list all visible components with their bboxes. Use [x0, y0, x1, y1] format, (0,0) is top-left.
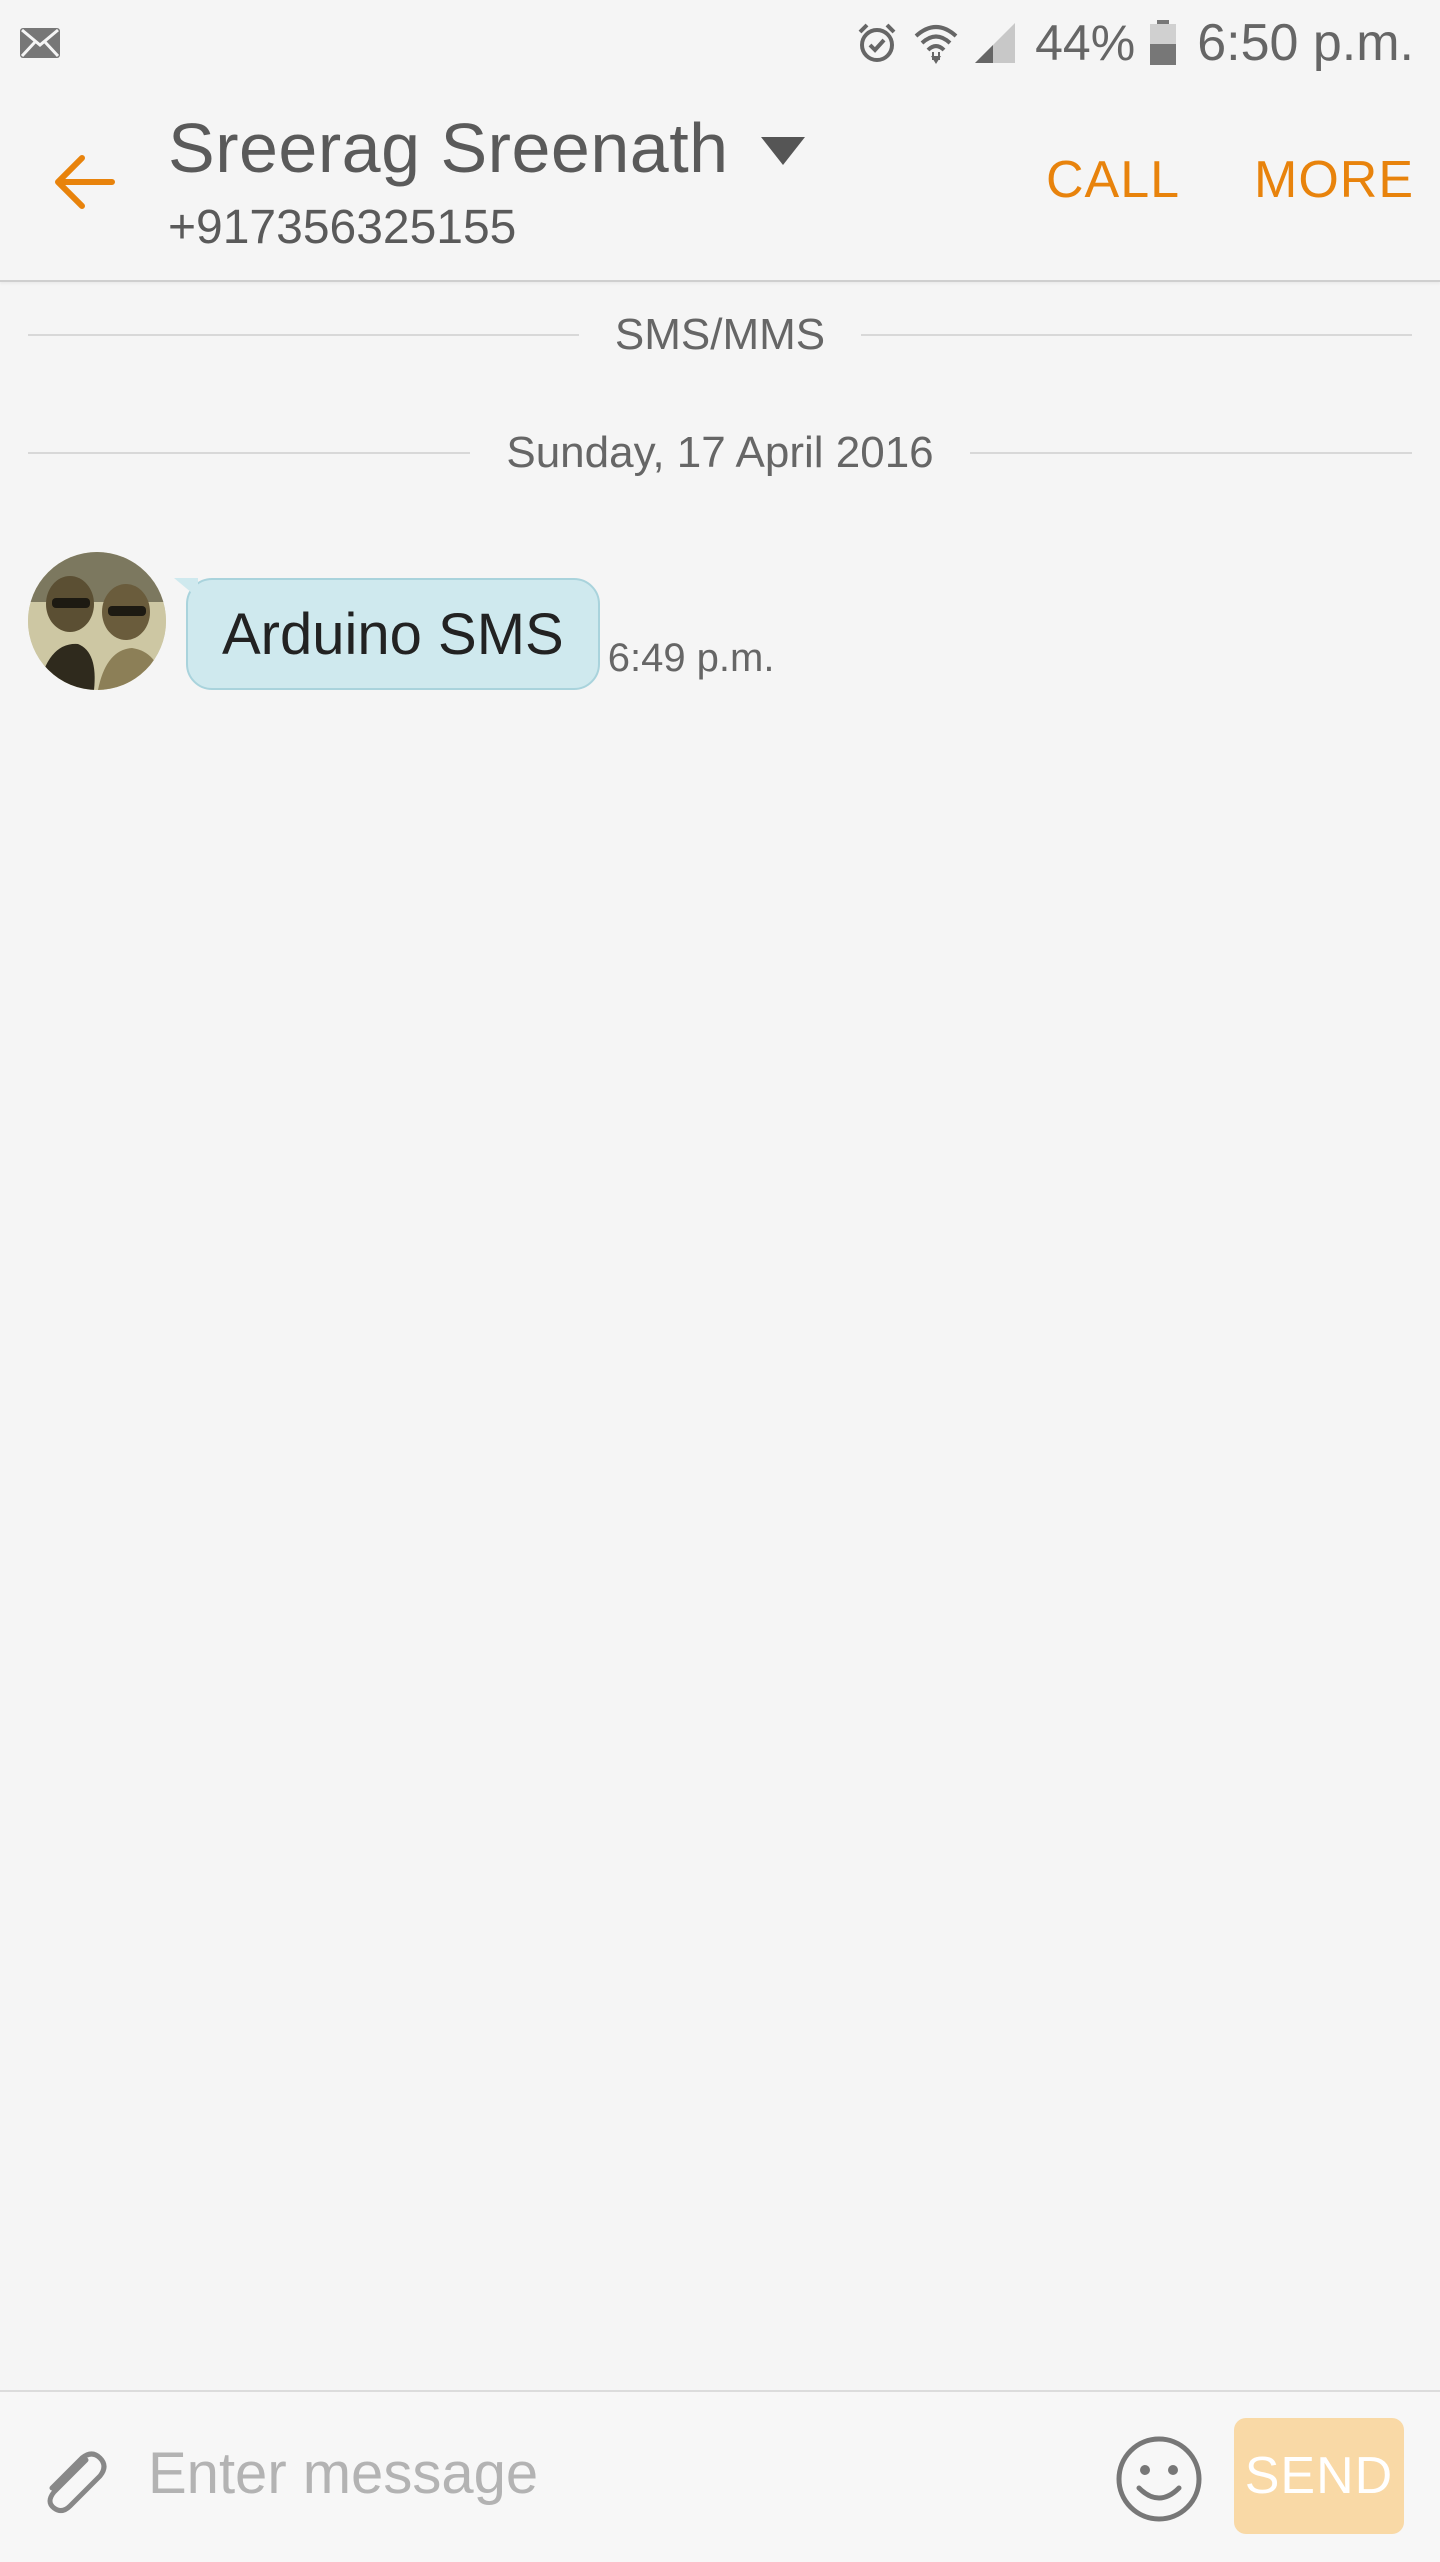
divider-line	[28, 452, 471, 454]
divider-line	[861, 334, 1413, 336]
contact-phone-number: +917356325155	[168, 201, 517, 254]
back-arrow-icon	[55, 155, 115, 209]
send-button[interactable]: SEND	[1234, 2418, 1404, 2534]
contact-avatar[interactable]	[28, 552, 166, 690]
back-button[interactable]	[40, 138, 128, 226]
message-text: Arduino SMS	[222, 601, 564, 667]
paperclip-icon	[47, 2451, 107, 2514]
contact-name: Sreerag Sreenath	[168, 109, 729, 187]
attach-button[interactable]	[36, 2442, 112, 2523]
message-item: Arduino SMS 6:49 p.m.	[28, 552, 774, 690]
battery-icon	[1149, 20, 1177, 66]
call-button[interactable]: CALL	[1046, 150, 1180, 210]
message-input[interactable]	[146, 2424, 1070, 2522]
more-button[interactable]: MORE	[1254, 150, 1414, 210]
contact-selector[interactable]: Sreerag Sreenath	[168, 108, 805, 188]
status-clock: 6:50 p.m.	[1197, 14, 1414, 72]
message-type-label: SMS/MMS	[614, 310, 826, 359]
message-bubble-wrap: Arduino SMS	[174, 578, 600, 690]
divider-line	[28, 334, 579, 336]
bubble-tail	[174, 578, 198, 598]
divider-line	[969, 452, 1412, 454]
date-label: Sunday, 17 April 2016	[506, 428, 934, 477]
message-bubble[interactable]: Arduino SMS	[186, 578, 600, 690]
message-composer: SEND	[0, 2390, 1440, 2562]
status-bar: 44% 6:50 p.m.	[0, 0, 1440, 86]
message-timestamp: 6:49 p.m.	[607, 636, 775, 680]
date-divider: Sunday, 17 April 2016	[28, 428, 1412, 478]
signal-icon	[973, 21, 1017, 65]
message-type-divider: SMS/MMS	[28, 310, 1413, 360]
smiley-icon	[1116, 2436, 1202, 2522]
emoji-button[interactable]	[1114, 2434, 1204, 2529]
conversation-header: Sreerag Sreenath +917356325155 CALL MORE	[0, 86, 1440, 282]
dropdown-arrow-icon	[760, 137, 805, 165]
wifi-icon	[913, 20, 959, 66]
alarm-icon	[855, 21, 899, 65]
email-icon	[18, 26, 62, 65]
battery-percentage: 44%	[1035, 15, 1136, 71]
